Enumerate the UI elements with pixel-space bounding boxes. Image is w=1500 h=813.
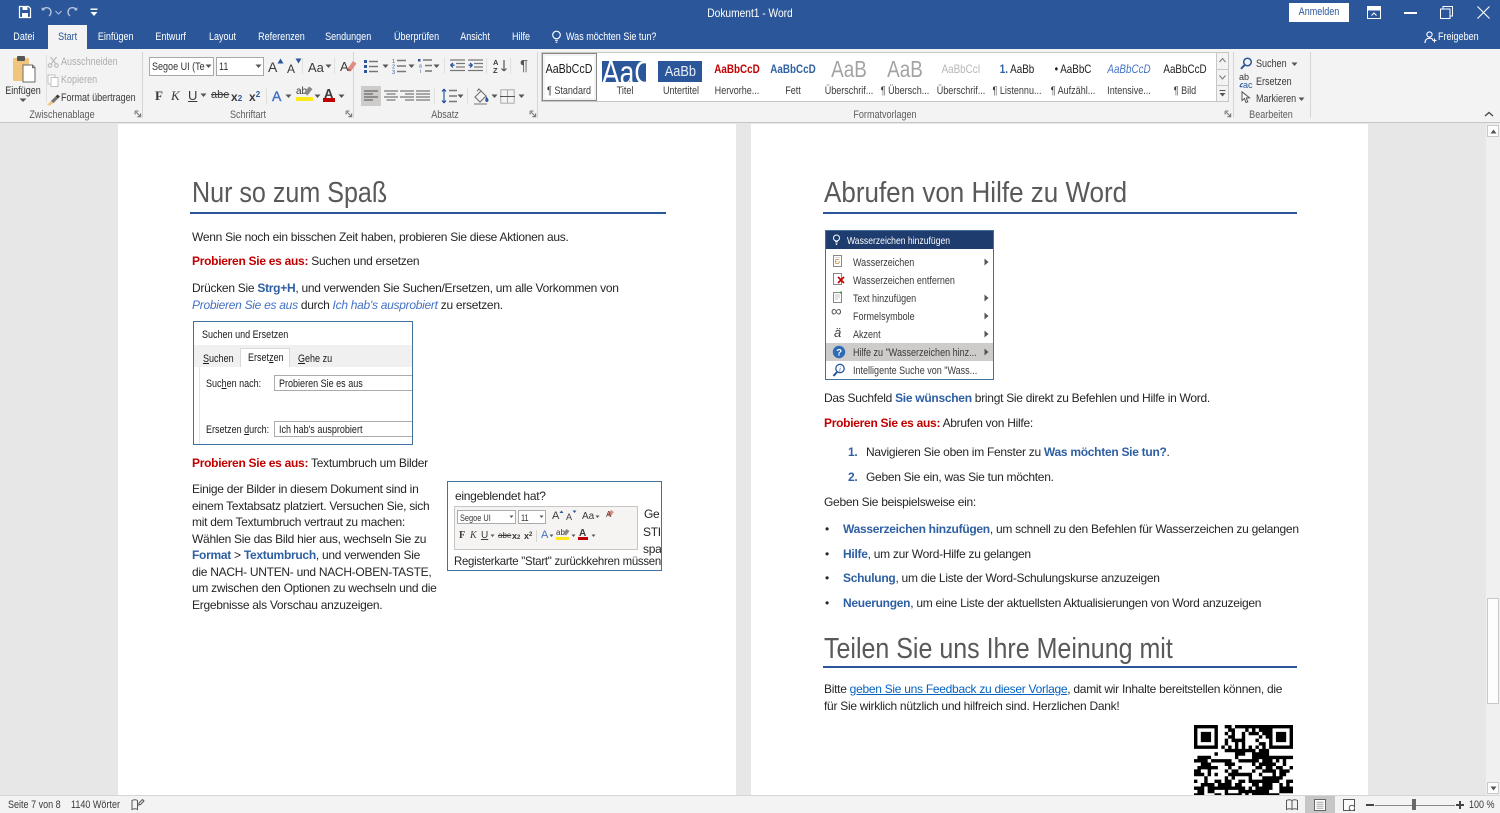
svg-text:A: A xyxy=(606,510,612,519)
svg-text:3: 3 xyxy=(392,70,395,74)
svg-text:i: i xyxy=(420,69,421,74)
svg-text:Z: Z xyxy=(493,66,498,74)
svg-text:?: ? xyxy=(836,348,842,359)
svg-text:i: i xyxy=(839,366,841,374)
